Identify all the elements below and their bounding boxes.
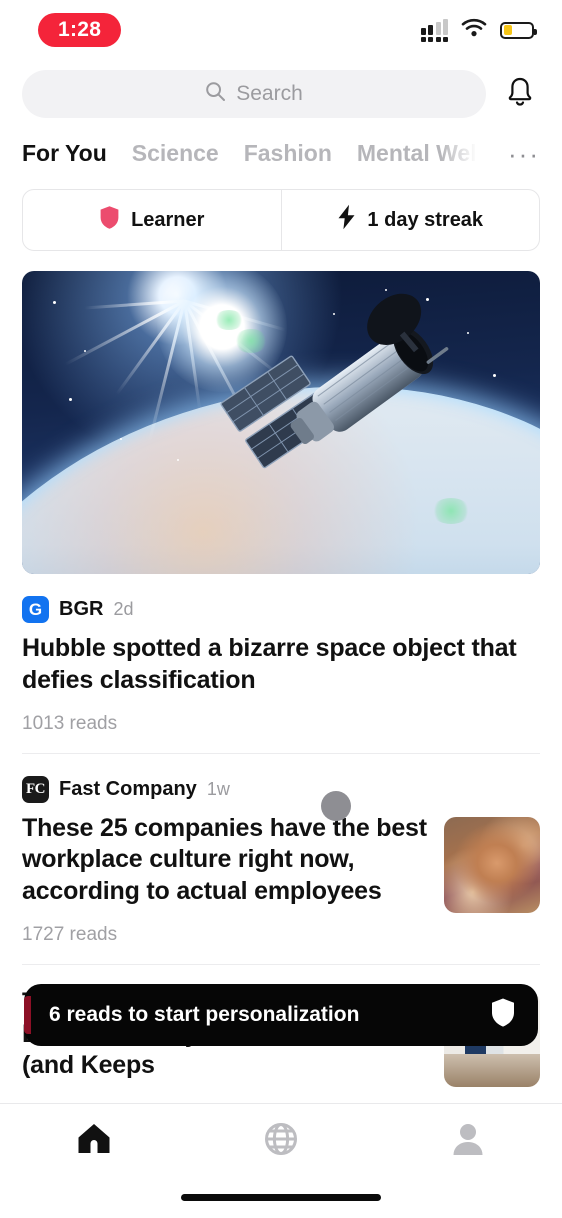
tab-for-you[interactable]: For You: [22, 140, 107, 167]
article-source-name[interactable]: Fast Company: [59, 778, 197, 801]
list-item[interactable]: FC Fast Company 1w These 25 companies ha…: [22, 752, 540, 964]
search-row: Search: [0, 60, 562, 118]
article-reads: 1013 reads: [22, 712, 118, 734]
streak-button[interactable]: 1 day streak: [280, 190, 540, 250]
person-icon: [452, 1122, 484, 1161]
cellular-signal-icon: [420, 18, 448, 42]
learner-level-label: Learner: [131, 208, 205, 231]
article-source-row: G BGR 2d: [22, 596, 540, 623]
touch-cursor-indicator: [321, 791, 351, 821]
globe-icon: [264, 1122, 298, 1161]
wifi-icon: [461, 18, 487, 42]
nav-item-explore[interactable]: [187, 1122, 374, 1161]
personalization-toast[interactable]: 6 reads to start personalization: [24, 984, 538, 1046]
article-thumbnail[interactable]: [444, 816, 540, 913]
article-headline[interactable]: These 25 companies have the best workpla…: [22, 813, 428, 908]
status-bar-indicators: [420, 18, 537, 42]
search-input[interactable]: Search: [22, 70, 486, 118]
article-source-row: FC Fast Company 1w: [22, 775, 540, 803]
tabs-overflow-button[interactable]: ···: [508, 141, 540, 167]
home-indicator: [181, 1194, 381, 1201]
status-bar: 1:28: [0, 0, 562, 60]
notifications-button[interactable]: [500, 75, 540, 114]
streak-label: 1 day streak: [367, 208, 484, 231]
article-reads: 1727 reads: [22, 923, 118, 945]
lightning-bolt-icon: [337, 204, 356, 236]
search-icon: [205, 81, 226, 107]
shield-icon: [490, 997, 516, 1033]
bgr-logo: G: [22, 596, 49, 623]
bell-icon: [504, 75, 536, 114]
home-icon: [76, 1122, 112, 1161]
nav-item-home[interactable]: [0, 1122, 187, 1161]
learner-level-button[interactable]: Learner: [23, 190, 281, 250]
list-item[interactable]: G BGR 2d Hubble spotted a bizarre space …: [22, 574, 540, 753]
article-headline[interactable]: Hubble spotted a bizarre space object th…: [22, 633, 540, 697]
shield-icon: [99, 205, 120, 236]
toast-message: 6 reads to start personalization: [49, 1003, 360, 1026]
fast-company-logo: FC: [22, 775, 49, 803]
tab-fashion[interactable]: Fashion: [244, 140, 332, 167]
status-bar-time: 1:28: [38, 13, 122, 47]
article-source-name[interactable]: BGR: [59, 598, 103, 621]
user-status-card: Learner 1 day streak: [22, 189, 540, 251]
category-tabs: For You Science Fashion Mental Wel ···: [0, 118, 562, 167]
article-age: 2d: [113, 599, 134, 619]
search-placeholder: Search: [236, 82, 303, 105]
article-age: 1w: [206, 778, 230, 799]
nav-item-profile[interactable]: [375, 1122, 562, 1161]
hero-image[interactable]: [22, 271, 540, 574]
toast-progress-indicator: [24, 996, 31, 1034]
bottom-navigation: [0, 1104, 562, 1178]
tab-science[interactable]: Science: [132, 140, 219, 167]
battery-low-icon: [500, 21, 537, 39]
tab-mental-wellness[interactable]: Mental Wel: [357, 140, 477, 167]
